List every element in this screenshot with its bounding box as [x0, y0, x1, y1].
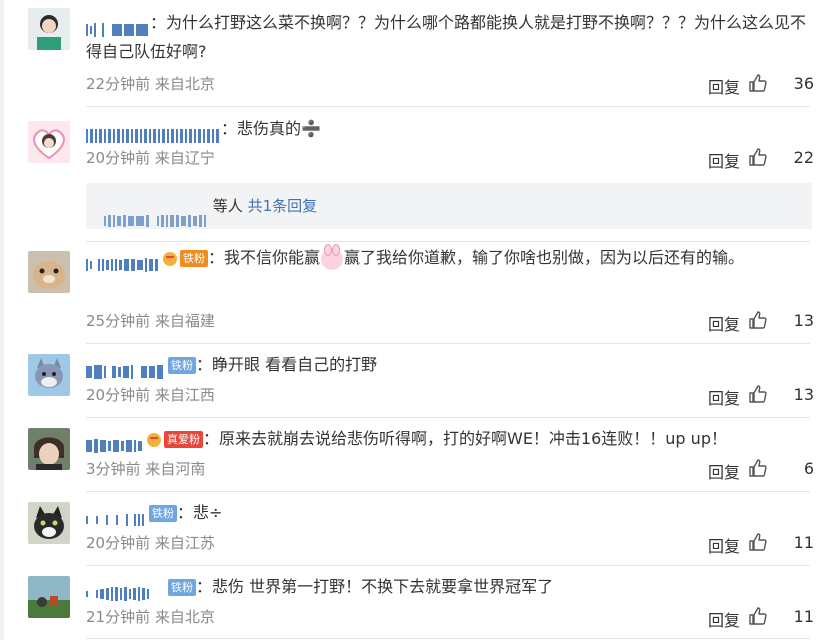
fan-badge: 铁粉 — [168, 579, 196, 596]
like-count: 36 — [793, 74, 814, 93]
fan-badge: 真爱粉 — [164, 431, 203, 448]
like-count: 13 — [793, 385, 814, 404]
comment-text: ：我不信你能赢 — [208, 248, 321, 267]
username-masked[interactable] — [86, 357, 165, 379]
comment-meta: 22分钟前 来自北京 — [86, 74, 215, 94]
thumbs-up-icon[interactable] — [748, 532, 768, 552]
comment-meta: 3分钟前 来自河南 — [86, 459, 205, 479]
reply-button[interactable]: 回复 — [708, 459, 740, 483]
comment-time: 25分钟前 — [86, 312, 151, 330]
fan-crown-icon — [163, 251, 177, 266]
fan-badge: 铁粉 — [168, 357, 196, 374]
comment-text: ：为什么打野这么菜不换啊？？为什么哪个路都能换人就是打野不换啊？？？为什么这么见… — [86, 13, 807, 61]
like-count: 22 — [793, 148, 814, 167]
comment-actions: 回复 36 — [684, 72, 814, 98]
comment-location: 来自福建 — [154, 312, 215, 330]
username-masked[interactable] — [86, 250, 160, 272]
username-masked[interactable] — [86, 431, 144, 453]
comment-text: ：原来去就崩去说给悲伤听得啊，打的好啊WE！冲击16连败！！up up！ — [203, 429, 727, 448]
comment-actions: 回复 11 — [684, 605, 814, 631]
comment-actions: 回复 11 — [684, 531, 814, 557]
comment-body: 铁粉 ：悲伤 世界第一打野！不换下去就要拿世界冠军了 — [86, 572, 810, 601]
divider — [86, 491, 810, 492]
divider — [86, 565, 810, 566]
comment-meta: 20分钟前 来自江苏 — [86, 533, 215, 553]
like-count: 11 — [793, 533, 814, 552]
comment-meta: 20分钟前 来自江西 — [86, 385, 215, 405]
sub-reply-box: 等人 共1条回复 — [86, 183, 812, 229]
thumbs-up-icon[interactable] — [748, 73, 768, 93]
comment-time: 22分钟前 — [86, 75, 151, 93]
fan-crown-icon — [147, 432, 161, 447]
comment-actions: 回复 22 — [684, 146, 814, 172]
comment-location: 来自北京 — [154, 608, 215, 626]
comment-time: 20分钟前 — [86, 149, 151, 167]
thumbs-up-icon[interactable] — [748, 147, 768, 167]
comment-text: ：悲÷ — [177, 503, 223, 522]
comment-actions: 回复 6 — [684, 457, 814, 483]
comment-body: 真爱粉 ：原来去就崩去说给悲伤听得啊，打的好啊WE！冲击16连败！！up up！ — [86, 424, 810, 453]
thumbs-up-icon[interactable] — [748, 384, 768, 404]
view-replies-link[interactable]: 共1条回复 — [248, 197, 318, 215]
landscape-avatar[interactable] — [28, 576, 70, 618]
comment-actions: 回复 13 — [684, 383, 814, 409]
reply-button[interactable]: 回复 — [708, 74, 740, 98]
thumbs-up-icon[interactable] — [748, 458, 768, 478]
comment-actions: 回复 13 — [684, 309, 814, 335]
heart-girl-avatar[interactable] — [28, 121, 70, 163]
comment-meta: 21分钟前 来自北京 — [86, 607, 215, 627]
like-count: 6 — [803, 459, 814, 478]
username-masked[interactable] — [86, 505, 146, 526]
comment-body: 铁粉 ：悲÷ — [86, 498, 810, 527]
divider — [86, 417, 810, 418]
comment-meta: 25分钟前 来自福建 — [86, 311, 215, 331]
sub-reply-users-masked[interactable] — [104, 198, 208, 227]
comment-location: 来自江西 — [154, 386, 215, 404]
fan-badge: 铁粉 — [149, 505, 177, 522]
comment-meta: 20分钟前 来自辽宁 — [86, 148, 215, 168]
comment-body: 铁粉 ：我不信你能赢 赢了我给你道歉，输了你啥也别做，因为以后还有的输。 — [86, 243, 810, 272]
comment-time: 20分钟前 — [86, 386, 151, 404]
comment-location: 来自北京 — [154, 75, 215, 93]
fan-badge: 铁粉 — [180, 250, 208, 267]
comment-text: ：悲伤 世界第一打野！不换下去就要拿世界冠军了 — [196, 577, 554, 596]
username-masked[interactable] — [86, 579, 165, 601]
comment-body: ：悲伤真的➗ — [86, 114, 810, 143]
sub-reply-suffix: 等人 — [212, 197, 243, 215]
comment-body: 铁粉 ：睁开眼 看看自己的打野 — [86, 350, 810, 379]
cartoon-cat-avatar[interactable] — [28, 354, 70, 396]
comment-body: ：为什么打野这么菜不换啊？？为什么哪个路都能换人就是打野不换啊？？？为什么这么见… — [86, 8, 810, 66]
username-masked[interactable] — [86, 121, 221, 143]
person-avatar[interactable] — [28, 8, 70, 50]
thumbs-up-icon[interactable] — [748, 310, 768, 330]
like-count: 11 — [793, 607, 814, 626]
comment-location: 来自河南 — [145, 460, 206, 478]
comment-time: 3分钟前 — [86, 460, 141, 478]
comment-time: 20分钟前 — [86, 534, 151, 552]
hamster-avatar[interactable] — [28, 251, 70, 293]
comment-text-continued: 赢了我给你道歉，输了你啥也别做，因为以后还有的输。 — [344, 248, 745, 267]
username-masked[interactable] — [86, 15, 150, 37]
cat-avatar[interactable] — [28, 502, 70, 544]
divider — [86, 638, 810, 639]
reply-button[interactable]: 回复 — [708, 533, 740, 557]
reply-button[interactable]: 回复 — [708, 607, 740, 631]
divider — [86, 343, 810, 344]
divider — [86, 106, 810, 107]
divider — [86, 241, 810, 242]
comment-location: 来自江苏 — [154, 534, 215, 552]
comment-time: 21分钟前 — [86, 608, 151, 626]
reply-button[interactable]: 回复 — [708, 148, 740, 172]
anime-avatar[interactable] — [28, 428, 70, 470]
left-border — [0, 0, 4, 640]
rabbit-emoji-icon — [321, 243, 344, 270]
reply-button[interactable]: 回复 — [708, 385, 740, 409]
reply-button[interactable]: 回复 — [708, 311, 740, 335]
like-count: 13 — [793, 311, 814, 330]
comment-text: ：睁开眼 看看自己的打野 — [196, 355, 378, 374]
comment-location: 来自辽宁 — [154, 149, 215, 167]
thumbs-up-icon[interactable] — [748, 606, 768, 626]
comment-text: ：悲伤真的➗ — [221, 119, 321, 138]
